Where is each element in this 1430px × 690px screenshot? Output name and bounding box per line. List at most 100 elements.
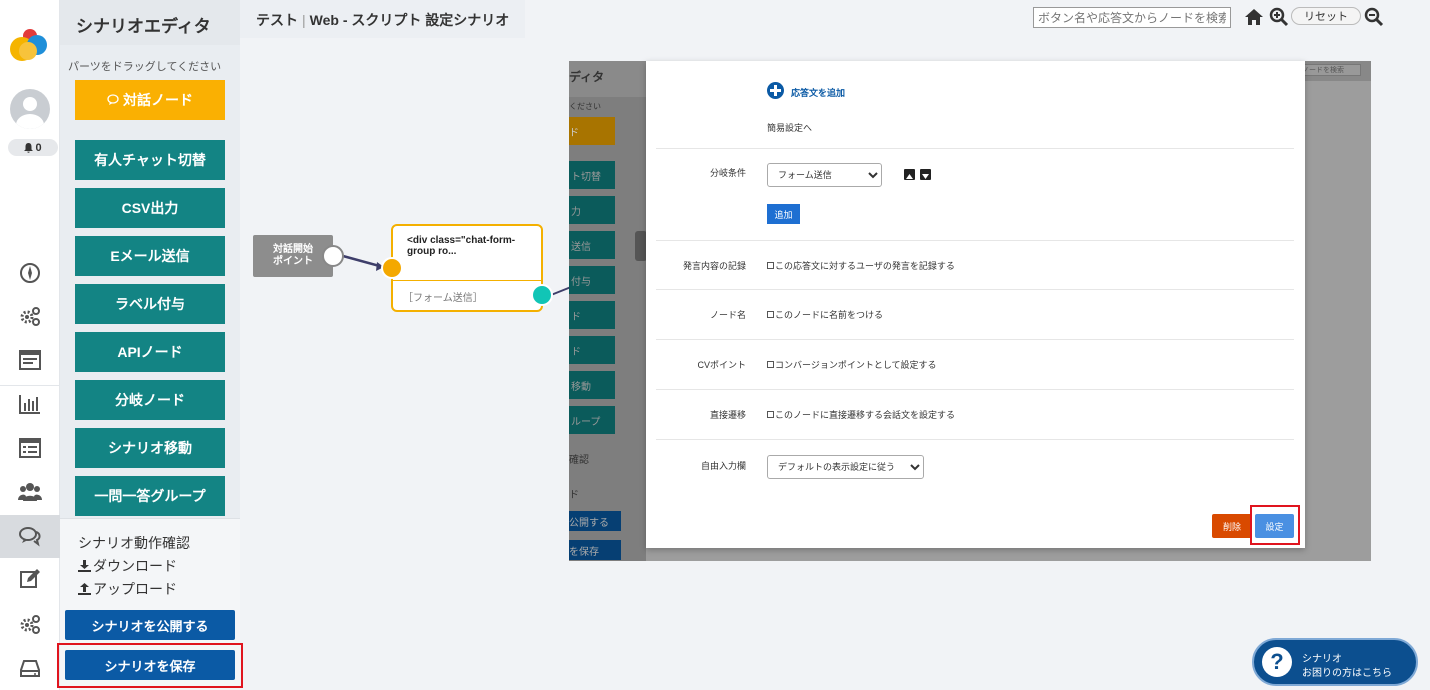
upload-link[interactable]: アップロード (78, 579, 177, 599)
zoom-in-icon[interactable] (1269, 7, 1289, 27)
start-node[interactable]: 対話開始 ポイント (253, 235, 333, 277)
direct-checkbox[interactable] (767, 411, 774, 418)
row-separator (656, 240, 1294, 241)
chat-icon (107, 94, 119, 105)
screenshot-part-7: 移動 (569, 371, 615, 399)
screenshot-part-5: ド (569, 301, 615, 329)
screenshot-save: を保存 (569, 540, 621, 560)
record-checkbox[interactable] (767, 262, 774, 269)
zoom-reset-button[interactable]: リセット (1291, 7, 1361, 25)
edit-icon[interactable] (18, 567, 42, 591)
record-text: この応答文に対するユーザの発言を記録する (775, 261, 955, 271)
window-icon[interactable] (18, 348, 42, 372)
part-api-node[interactable]: APIノード (75, 332, 225, 372)
node-settings-modal: 応答文を追加 簡易設定へ 分岐条件 フォーム送信 追加 発言内容の記録 この応答… (646, 61, 1305, 548)
branch-label: 分岐条件 (709, 168, 746, 178)
message-node-content: <div class="chat-form-group ro... (393, 226, 541, 281)
free-input-label: 自由入力欄 (700, 461, 746, 471)
part-dialog-node-label: 対話ノード (123, 92, 193, 108)
part-live-chat-switch[interactable]: 有人チャット切替 (75, 140, 225, 180)
start-node-line2: ポイント (273, 256, 313, 267)
part-dialog-node[interactable]: 対話ノード (75, 80, 225, 120)
help-question-icon: ? (1262, 647, 1292, 677)
delete-button[interactable]: 削除 (1212, 514, 1252, 538)
start-output-port[interactable] (322, 245, 344, 267)
add-response-icon[interactable] (767, 82, 784, 99)
direct-label: 直接遷移 (709, 410, 746, 420)
download-label: ダウンロード (93, 558, 177, 574)
start-node-line1: 対話開始 (273, 244, 313, 255)
add-branch-button[interactable]: 追加 (767, 204, 800, 224)
node-name-text: このノードに名前をつける (775, 310, 884, 320)
message-output-port[interactable] (531, 284, 553, 306)
breadcrumb-project[interactable]: テスト (256, 12, 298, 28)
node-name-option[interactable]: このノードに名前をつける (767, 308, 883, 321)
breadcrumb-separator: | (302, 12, 306, 28)
scenario-guide-icon[interactable] (18, 261, 42, 285)
part-label-assign[interactable]: ラベル付与 (75, 284, 225, 324)
chat-bubbles-icon[interactable] (18, 524, 42, 548)
set-highlight-box (1250, 505, 1300, 545)
screenshot-part-8: ループ (569, 406, 615, 434)
inbox-drive-icon[interactable] (18, 656, 42, 680)
row-separator (656, 389, 1294, 390)
direct-option[interactable]: このノードに直接遷移する会話文を設定する (767, 408, 955, 421)
screenshot-link-2: ド (569, 490, 579, 501)
settings-gears-icon[interactable] (18, 304, 42, 328)
users-icon[interactable] (18, 480, 42, 504)
breadcrumb: テスト | Web - スクリプト 設定シナリオ (240, 0, 526, 38)
cv-label: CVポイント (697, 360, 746, 370)
bar-chart-icon[interactable] (18, 392, 42, 416)
screenshot-part-4: 付与 (569, 266, 615, 294)
help-badge[interactable]: ? シナリオ お困りの方はこちら (1252, 638, 1418, 686)
zoom-out-icon[interactable] (1364, 7, 1384, 27)
icon-rail: 0 (0, 0, 60, 690)
part-scenario-move[interactable]: シナリオ移動 (75, 428, 225, 468)
screenshot-publish: 公開する (569, 511, 621, 531)
screenshot-hint-fragment: ください (569, 102, 601, 111)
part-csv-output[interactable]: CSV出力 (75, 188, 225, 228)
screenshot-search: ノードを検索 (1301, 64, 1361, 76)
upload-label: アップロード (93, 581, 177, 597)
record-label: 発言内容の記録 (682, 261, 746, 271)
message-node-subtext: ［フォーム送信］ (403, 293, 483, 304)
list-icon[interactable] (18, 436, 42, 460)
part-email-send[interactable]: Eメール送信 (75, 236, 225, 276)
rail-divider (0, 385, 60, 386)
screenshot-dialog-button: ド (569, 117, 615, 145)
screenshot-panel: ディタ ください ド ト切替 力 送信 付与 ド ド 移動 ループ 確認 ド 公… (569, 61, 646, 561)
simple-settings-link[interactable]: 簡易設定へ (767, 121, 812, 134)
screenshot-part-2: 力 (569, 196, 615, 224)
node-name-checkbox[interactable] (767, 311, 774, 318)
message-input-port[interactable] (381, 257, 403, 279)
record-option[interactable]: この応答文に対するユーザの発言を記録する (767, 259, 955, 272)
cv-option[interactable]: コンバージョンポイントとして設定する (767, 358, 937, 371)
message-node[interactable]: <div class="chat-form-group ro... ［フォーム送… (391, 224, 543, 312)
add-response-link[interactable]: 応答文を追加 (791, 86, 845, 99)
notification-badge[interactable]: 0 (8, 139, 58, 156)
app-logo[interactable] (8, 24, 52, 68)
part-faq-group[interactable]: 一問一答グループ (75, 476, 225, 516)
row-separator (656, 339, 1294, 340)
cv-checkbox[interactable] (767, 361, 774, 368)
node-search-input[interactable] (1033, 7, 1231, 28)
move-up-icon[interactable] (904, 169, 915, 180)
home-icon[interactable] (1244, 7, 1264, 27)
screenshot-part-3: 送信 (569, 231, 615, 259)
bell-icon (24, 142, 34, 153)
part-branch-node[interactable]: 分岐ノード (75, 380, 225, 420)
advanced-settings-icon[interactable] (18, 612, 42, 636)
notification-count: 0 (35, 141, 42, 154)
free-input-select[interactable]: デフォルトの表示設定に従う (767, 455, 924, 479)
direct-text: このノードに直接遷移する会話文を設定する (775, 410, 956, 420)
scenario-check-link[interactable]: シナリオ動作確認 (78, 533, 190, 553)
screenshot-part-6: ド (569, 336, 615, 364)
download-link[interactable]: ダウンロード (78, 556, 177, 576)
screenshot-title-fragment: ディタ (569, 61, 646, 97)
publish-scenario-button[interactable]: シナリオを公開する (65, 610, 235, 640)
branch-condition-select[interactable]: フォーム送信 (767, 163, 882, 187)
move-down-icon[interactable] (920, 169, 931, 180)
row-separator (656, 439, 1294, 440)
avatar[interactable] (10, 89, 50, 129)
help-line1: シナリオ (1302, 654, 1342, 665)
